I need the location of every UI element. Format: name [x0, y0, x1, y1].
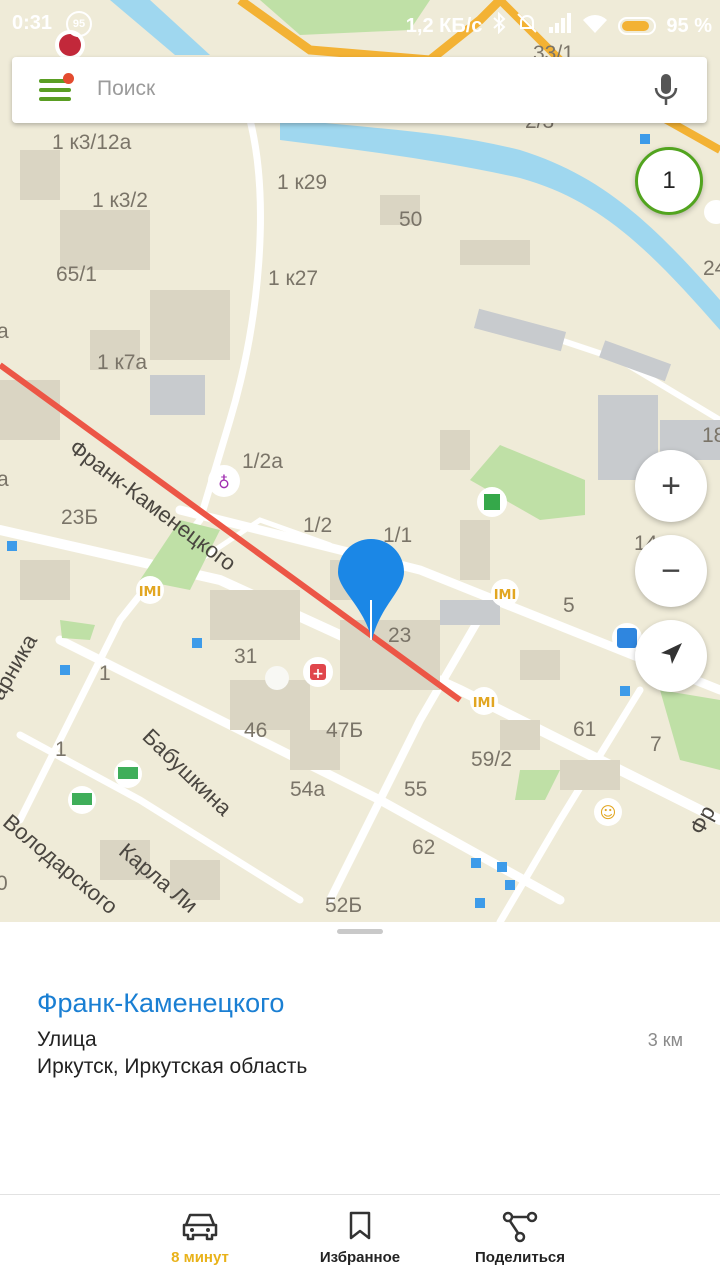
zoom-out-button[interactable]: − — [635, 535, 707, 607]
svg-text:☺: ☺ — [600, 803, 617, 822]
microphone-icon[interactable] — [653, 73, 679, 107]
share-button[interactable]: Поделиться — [440, 1195, 600, 1281]
svg-text:+: + — [312, 666, 324, 682]
map-view[interactable]: ♁ IMI IMI IMI + ☺ 33/1 2/3 1 к3/12а 1 к2… — [0, 0, 720, 922]
wifi-icon — [582, 13, 608, 39]
svg-text:IMI: IMI — [473, 696, 496, 711]
house-number: 1/2 — [303, 514, 333, 537]
map-layer-count-button[interactable]: 1 — [635, 147, 703, 215]
clock: 0:31 — [12, 12, 53, 34]
favorites-button[interactable]: Избранное — [280, 1195, 440, 1281]
svg-text:IMI: IMI — [494, 588, 517, 603]
house-number: 55 — [404, 778, 428, 801]
house-number: 1 к7а — [97, 351, 148, 374]
share-label: Поделиться — [474, 1249, 566, 1266]
place-type: Улица — [37, 1028, 97, 1051]
house-number: 59/2 — [471, 748, 512, 771]
house-number: a — [0, 320, 9, 343]
place-title: Франк-Каменецкого — [37, 988, 285, 1018]
notification-badge: 95 — [66, 11, 92, 37]
house-number: 52Б — [325, 894, 363, 917]
place-address: Иркутск, Иркутская область — [37, 1055, 308, 1078]
signal-icon — [548, 13, 572, 39]
house-number: 18 — [702, 424, 720, 447]
house-number: 1 — [55, 738, 67, 761]
house-number: 54а — [290, 778, 326, 801]
place-distance: 3 км — [647, 1030, 683, 1050]
navigation-arrow-icon — [657, 640, 685, 673]
house-number: 62 — [412, 836, 436, 859]
house-number: 50 — [399, 208, 423, 231]
house-number: 31 — [234, 645, 258, 668]
house-number: 24 — [703, 257, 720, 280]
search-input[interactable]: Поиск — [97, 77, 155, 101]
menu-icon[interactable] — [39, 73, 74, 101]
house-number: a — [0, 468, 9, 491]
share-icon — [502, 1211, 538, 1243]
notification-dot — [63, 73, 74, 84]
svg-text:IMI: IMI — [139, 585, 162, 600]
house-number: 23 — [388, 624, 412, 647]
battery-percent: 95 % — [666, 14, 712, 37]
zoom-in-button[interactable]: + — [635, 450, 707, 522]
house-number: 7 — [650, 733, 662, 756]
my-location-button[interactable] — [635, 620, 707, 692]
bottom-action-bar: 8 минут Избранное Поделиться — [0, 1194, 720, 1281]
drag-handle[interactable] — [337, 929, 383, 934]
bookmark-icon — [349, 1211, 371, 1240]
place-card[interactable]: Франк-Каменецкого Улица 3 км Иркутск, Ир… — [0, 922, 720, 1194]
car-icon — [182, 1213, 218, 1241]
house-number: 46 — [244, 719, 268, 742]
house-number: 47Б — [326, 719, 364, 742]
house-number: 1/1 — [383, 524, 413, 547]
mute-icon — [516, 12, 538, 40]
plus-icon: + — [661, 467, 681, 505]
house-number: 1 к29 — [277, 171, 328, 194]
battery-icon — [618, 17, 657, 35]
house-number: 23Б — [61, 506, 99, 529]
house-number: 1 к3/12а — [52, 131, 132, 154]
house-number: 0 — [0, 872, 8, 895]
svg-text:♁: ♁ — [218, 473, 230, 492]
route-button[interactable]: 8 минут — [120, 1195, 280, 1281]
house-number: 1 к27 — [268, 267, 319, 290]
favorites-label: Избранное — [319, 1249, 401, 1266]
search-bar[interactable]: Поиск — [12, 57, 707, 123]
house-number: 1 — [99, 662, 111, 685]
house-number: 1/2а — [242, 450, 283, 473]
minus-icon: − — [661, 552, 681, 590]
route-time-label: 8 минут — [171, 1249, 229, 1266]
house-number: 61 — [573, 718, 597, 741]
house-number: 5 — [563, 594, 575, 617]
status-bar: 0:31 95 1,2 КБ/с 95 % — [0, 0, 720, 48]
house-number: 65/1 — [56, 263, 97, 286]
bluetooth-icon — [492, 11, 506, 40]
network-speed: 1,2 КБ/с — [405, 14, 483, 37]
house-number: 1 к3/2 — [92, 189, 148, 212]
